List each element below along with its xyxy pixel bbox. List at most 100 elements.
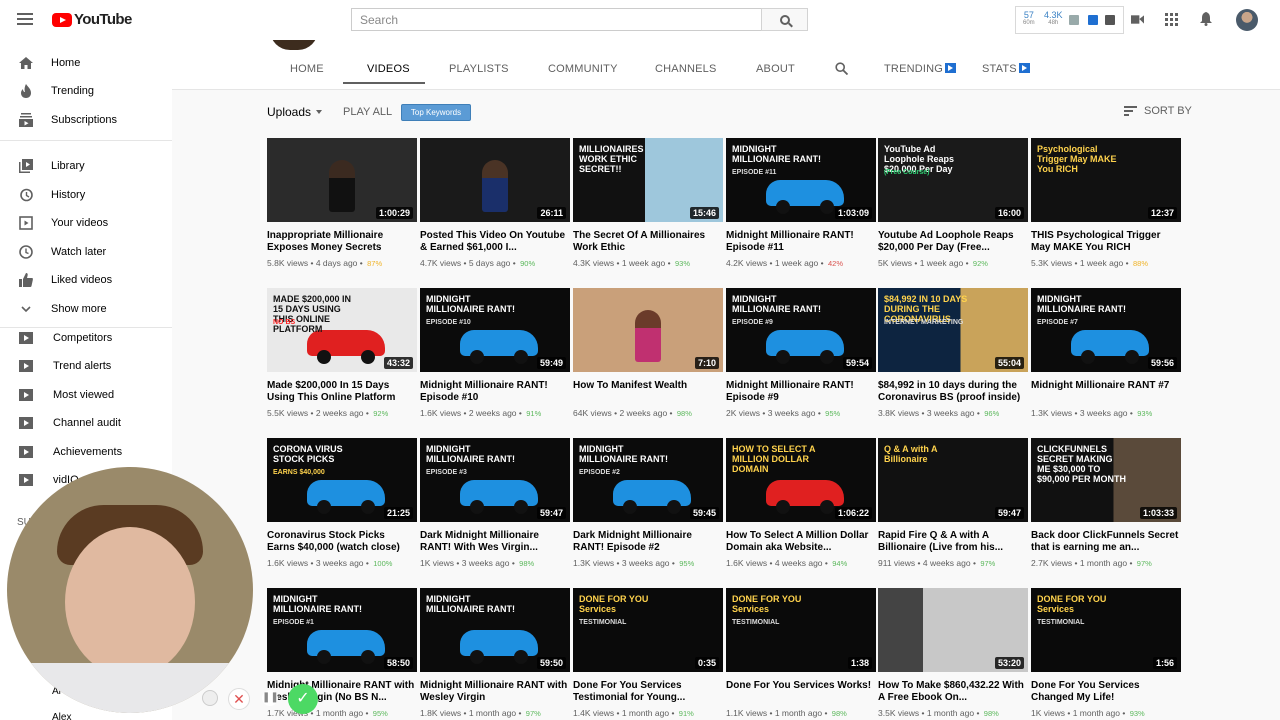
video-thumbnail[interactable]: 53:20 (878, 588, 1028, 672)
channel-search-icon[interactable] (835, 62, 848, 75)
sidebar-item-watch-later[interactable]: Watch later (0, 238, 172, 266)
video-thumbnail[interactable]: 1:00:29 (267, 138, 417, 222)
sidebar-item-library[interactable]: Library (0, 152, 172, 180)
search-button[interactable] (761, 8, 808, 31)
list-icon[interactable] (1105, 15, 1115, 25)
video-title[interactable]: Inappropriate Millionaire Exposes Money … (267, 230, 415, 253)
tab-community[interactable]: COMMUNITY (548, 63, 618, 75)
apps-grid-icon[interactable] (1165, 13, 1178, 26)
video-title[interactable]: Youtube Ad Loophole Reaps $20,000 Per Da… (878, 230, 1026, 253)
video-title[interactable]: How To Manifest Wealth (573, 380, 721, 403)
tab-videos[interactable]: VIDEOS (367, 63, 410, 75)
video-thumbnail[interactable]: Psychological Trigger May MAKE You RICH 1… (1031, 138, 1181, 222)
video-card[interactable]: CORONA VIRUS STOCK PICKS EARNS $40,000 21:… (267, 438, 417, 568)
video-card[interactable]: MIDNIGHT MILLIONAIRE RANT! EPISODE #10 59:… (420, 288, 570, 418)
sidebar-item-most-viewed[interactable]: Most viewed (0, 381, 172, 409)
tab-playlists[interactable]: PLAYLISTS (449, 63, 509, 75)
top-keywords-button[interactable]: Top Keywords (401, 104, 471, 121)
tab-stats[interactable]: STATS (982, 63, 1030, 75)
video-thumbnail[interactable]: $84,992 IN 10 DAYS DURING THE CORONAVIRU… (878, 288, 1028, 372)
webcam-menu-icon[interactable] (202, 690, 218, 706)
video-title[interactable]: The Secret Of A Millionaires Work Ethic (573, 230, 721, 253)
sort-icon[interactable] (1124, 106, 1137, 116)
video-thumbnail[interactable]: MIDNIGHT MILLIONAIRE RANT! EPISODE #2 59:4… (573, 438, 723, 522)
vidiq-stats-widget[interactable]: 57 60m 4.3K 48h (1015, 6, 1124, 34)
video-title[interactable]: Done For You Services Testimonial for Yo… (573, 680, 721, 703)
finish-recording-check-icon[interactable]: ✓ (288, 684, 318, 714)
video-title[interactable]: Dark Midnight Millionaire RANT! With Wes… (420, 530, 568, 553)
video-title[interactable]: Coronavirus Stock Picks Earns $40,000 (w… (267, 530, 415, 553)
video-card[interactable]: 1:00:29 Inappropriate Millionaire Exposes… (267, 138, 417, 268)
video-card[interactable]: DONE FOR YOU Services TESTIMONIAL 1:56 Done… (1031, 588, 1181, 718)
video-card[interactable]: 53:20 How To Make $860,432.22 With A Free… (878, 588, 1028, 718)
video-thumbnail[interactable]: MADE $200,000 IN 15 DAYS USING THIS ONLI… (267, 288, 417, 372)
hamburger-menu-icon[interactable] (17, 13, 33, 25)
video-thumbnail[interactable]: HOW TO SELECT A MILLION DOLLAR DOMAIN 1:0… (726, 438, 876, 522)
video-title[interactable]: Back door ClickFunnels Secret that is ea… (1031, 530, 1179, 553)
video-thumbnail[interactable]: MILLIONAIRES WORK ETHIC SECRET!! 15:46 (573, 138, 723, 222)
sidebar-subscription-label[interactable]: Alex (52, 712, 71, 720)
bar-chart-icon[interactable] (1069, 15, 1079, 25)
sidebar-item-your-videos[interactable]: Your videos (0, 209, 172, 237)
video-title[interactable]: Midnight Millionaire RANT! Episode #10 (420, 380, 568, 403)
video-thumbnail[interactable]: MIDNIGHT MILLIONAIRE RANT! EPISODE #3 59:4… (420, 438, 570, 522)
sort-by-button[interactable]: SORT BY (1144, 105, 1192, 117)
video-title[interactable]: Midnight Millionaire RANT with Wesley Vi… (420, 680, 568, 703)
video-card[interactable]: MADE $200,000 IN 15 DAYS USING THIS ONLI… (267, 288, 417, 418)
tab-home[interactable]: HOME (290, 63, 324, 75)
sidebar-item-history[interactable]: History (0, 181, 172, 209)
video-thumbnail[interactable]: YouTube Ad Loophole Reaps $20,000 Per Da… (878, 138, 1028, 222)
video-title[interactable]: Posted This Video On Youtube & Earned $6… (420, 230, 568, 253)
video-thumbnail[interactable]: CORONA VIRUS STOCK PICKS EARNS $40,000 21:… (267, 438, 417, 522)
video-thumbnail[interactable]: MIDNIGHT MILLIONAIRE RANT! EPISODE #7 59:5… (1031, 288, 1181, 372)
sidebar-item-show-more[interactable]: Show more (0, 295, 172, 323)
video-card[interactable]: 26:11 Posted This Video On Youtube & Earn… (420, 138, 570, 268)
sidebar-item-subscriptions[interactable]: Subscriptions (0, 106, 172, 134)
video-thumbnail[interactable]: 7:10 (573, 288, 723, 372)
video-title[interactable]: How To Make $860,432.22 With A Free Eboo… (878, 680, 1026, 703)
video-title[interactable]: Midnight Millionaire RANT! Episode #9 (726, 380, 874, 403)
video-title[interactable]: Midnight Millionaire RANT #7 (1031, 380, 1179, 403)
video-card[interactable]: $84,992 IN 10 DAYS DURING THE CORONAVIRU… (878, 288, 1028, 418)
play-all-button[interactable]: PLAY ALL (343, 106, 392, 118)
sidebar-item-home[interactable]: Home (0, 49, 172, 77)
webcam-close-icon[interactable]: ✕ (228, 688, 250, 710)
video-thumbnail[interactable]: DONE FOR YOU Services TESTIMONIAL 1:56 (1031, 588, 1181, 672)
video-card[interactable]: MIDNIGHT MILLIONAIRE RANT! EPISODE #9 59:5… (726, 288, 876, 418)
sidebar-item-trending[interactable]: Trending (0, 77, 172, 105)
video-title[interactable]: Dark Midnight Millionaire RANT! Episode … (573, 530, 721, 553)
video-thumbnail[interactable]: DONE FOR YOU Services TESTIMONIAL 0:35 (573, 588, 723, 672)
video-title[interactable]: THIS Psychological Trigger May MAKE You … (1031, 230, 1179, 253)
search-input[interactable]: Search (351, 8, 762, 31)
video-thumbnail[interactable]: MIDNIGHT MILLIONAIRE RANT! EPISODE #9 59:5… (726, 288, 876, 372)
youtube-logo[interactable]: YouTube (52, 11, 132, 28)
video-thumbnail[interactable]: MIDNIGHT MILLIONAIRE RANT! EPISODE #10 59:… (420, 288, 570, 372)
video-title[interactable]: Done For You Services Works! (726, 680, 874, 703)
pause-icon[interactable]: ❚❚ (262, 690, 279, 706)
video-title[interactable]: Midnight Millionaire RANT! Episode #11 (726, 230, 874, 253)
video-title[interactable]: Rapid Fire Q & A with A Billionaire (Liv… (878, 530, 1026, 553)
sidebar-item-competitors[interactable]: Competitors (0, 324, 172, 352)
video-thumbnail[interactable]: MIDNIGHT MILLIONAIRE RANT! EPISODE #11 1:0… (726, 138, 876, 222)
video-card[interactable]: CLICKFUNNELS SECRET MAKING ME $30,000 TO… (1031, 438, 1181, 568)
video-card[interactable]: MIDNIGHT MILLIONAIRE RANT! EPISODE #11 1:0… (726, 138, 876, 268)
tab-channels[interactable]: CHANNELS (655, 63, 717, 75)
video-card[interactable]: MIDNIGHT MILLIONAIRE RANT! EPISODE #3 59:4… (420, 438, 570, 568)
video-thumbnail[interactable]: MIDNIGHT MILLIONAIRE RANT! EPISODE #1 58:5… (267, 588, 417, 672)
video-card[interactable]: DONE FOR YOU Services TESTIMONIAL 0:35 Done… (573, 588, 723, 718)
video-card[interactable]: MIDNIGHT MILLIONAIRE RANT! EPISODE #7 59:5… (1031, 288, 1181, 418)
video-card[interactable]: MIDNIGHT MILLIONAIRE RANT! EPISODE #2 59:4… (573, 438, 723, 568)
create-video-icon[interactable] (1131, 14, 1144, 25)
sidebar-item-achievements[interactable]: Achievements (0, 438, 172, 466)
uploads-dropdown[interactable]: Uploads (267, 105, 323, 119)
sidebar-item-channel-audit[interactable]: Channel audit (0, 409, 172, 437)
video-title[interactable]: Made $200,000 In 15 Days Using This Onli… (267, 380, 415, 403)
vidiq-play-icon[interactable] (1088, 15, 1098, 25)
notifications-bell-icon[interactable] (1200, 12, 1212, 26)
video-thumbnail[interactable]: Q & A with A Billionaire 59:47 (878, 438, 1028, 522)
user-avatar[interactable] (1236, 9, 1258, 31)
video-card[interactable]: MIDNIGHT MILLIONAIRE RANT! 59:50 Midnight … (420, 588, 570, 718)
video-title[interactable]: Done For You Services Changed My Life! (1031, 680, 1179, 703)
video-thumbnail[interactable]: DONE FOR YOU Services TESTIMONIAL 1:38 (726, 588, 876, 672)
video-title[interactable]: How To Select A Million Dollar Domain ak… (726, 530, 874, 553)
